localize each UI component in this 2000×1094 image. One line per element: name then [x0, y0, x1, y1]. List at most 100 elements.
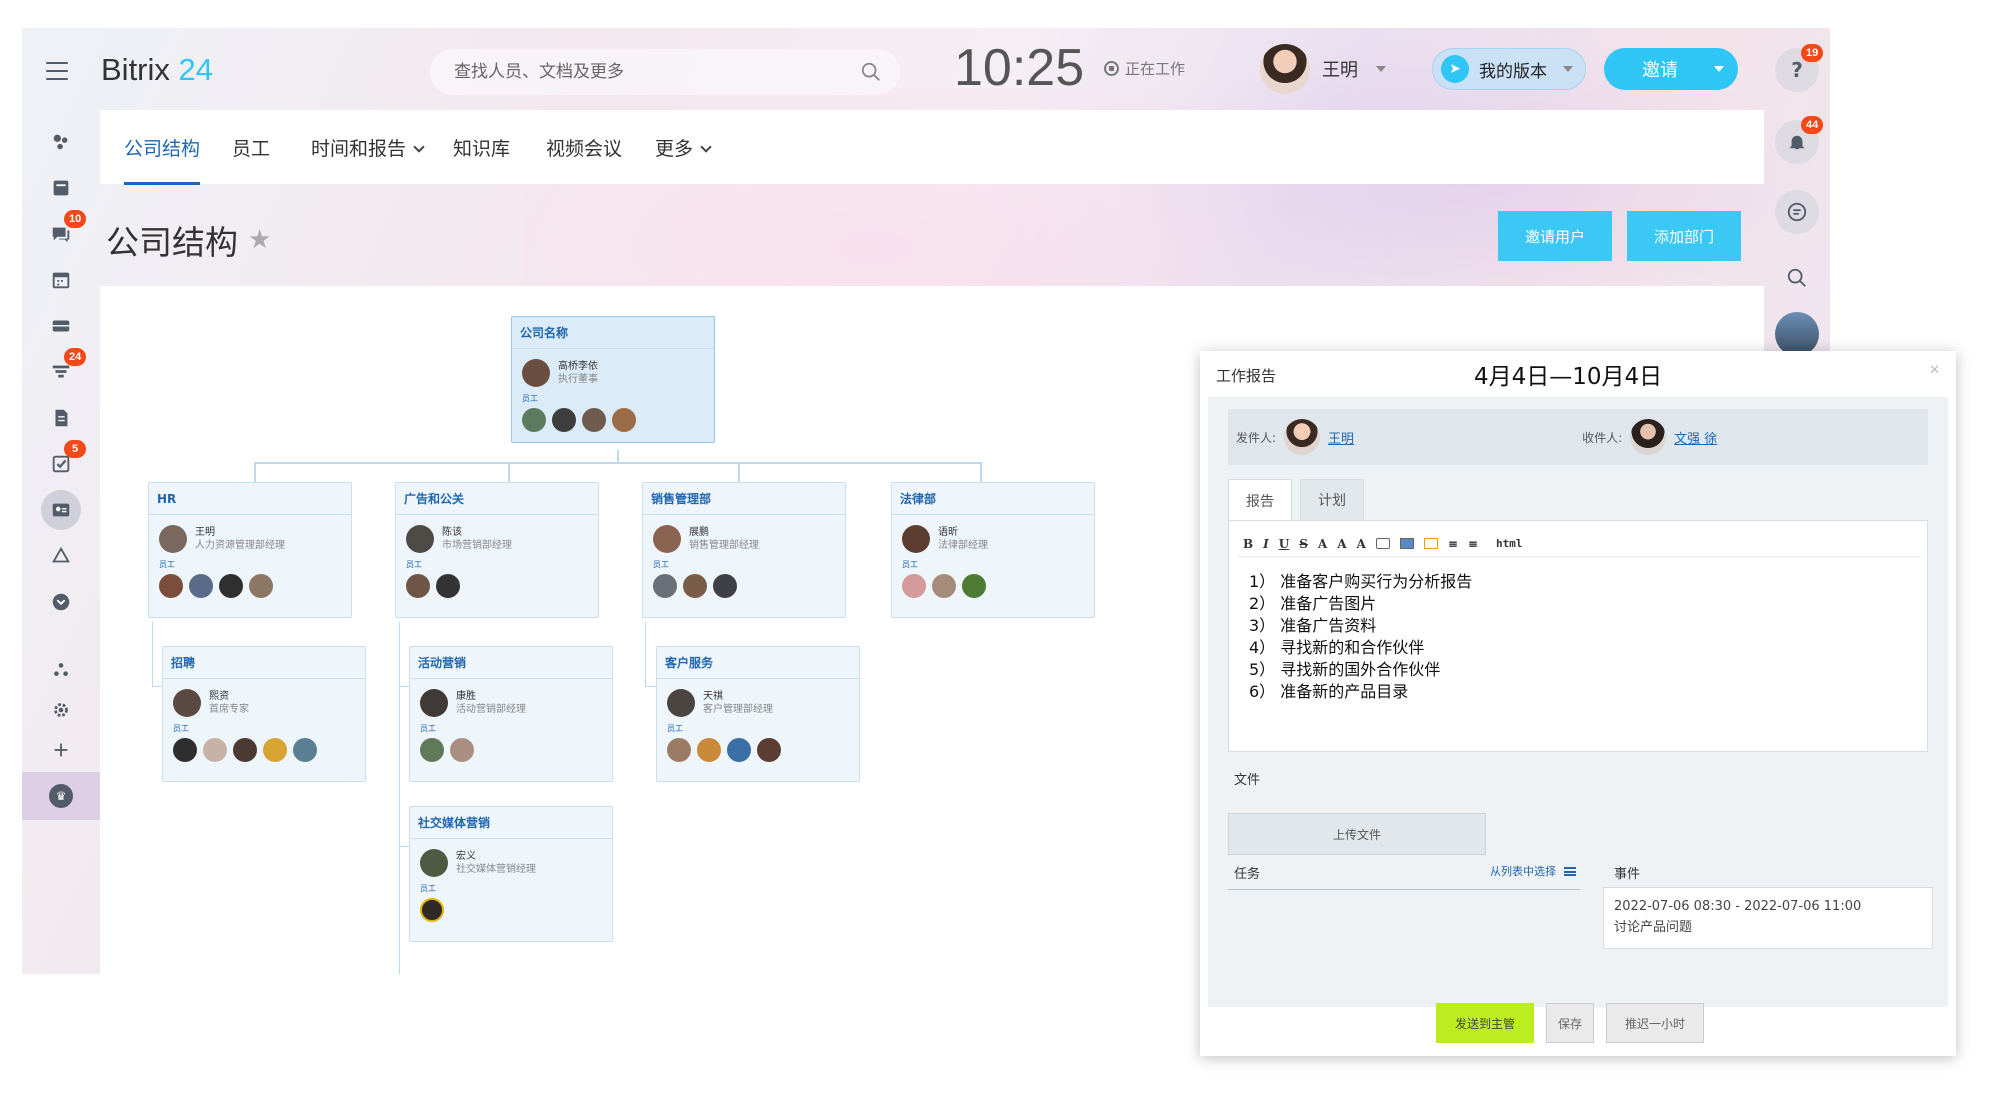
sender-avatar[interactable]	[1284, 419, 1321, 455]
manager-name[interactable]: 王明	[195, 526, 285, 539]
avatar[interactable]	[436, 574, 460, 598]
tab-video-conference[interactable]: 视频会议	[546, 134, 622, 161]
avatar[interactable]	[406, 574, 430, 598]
report-editor[interactable]: B I U S A A A ≡ ≡ html 1） 准备客户购买行为分析报告 2…	[1228, 520, 1928, 752]
avatar[interactable]	[653, 525, 681, 553]
dept-name[interactable]: 客户服务	[657, 647, 859, 679]
avatar[interactable]	[420, 849, 448, 877]
clock[interactable]: 10:25	[954, 38, 1084, 98]
dept-name[interactable]: 招聘	[163, 647, 365, 679]
avatar[interactable]	[263, 738, 287, 762]
underline-button[interactable]: U	[1279, 537, 1289, 551]
dept-card-hr[interactable]: HR 王明 人力资源管理部经理 员工	[148, 482, 352, 618]
search-box[interactable]	[430, 49, 900, 95]
avatar[interactable]	[582, 408, 606, 432]
contact-avatar[interactable]	[1775, 312, 1819, 356]
sidebar-item-add[interactable]	[22, 730, 100, 770]
sender-link[interactable]: 王明	[1328, 428, 1354, 447]
avatar[interactable]	[420, 898, 444, 922]
avatar[interactable]	[219, 574, 243, 598]
avatar[interactable]	[203, 738, 227, 762]
sidebar-item-tasks[interactable]: 5	[22, 440, 100, 484]
dept-card-sales[interactable]: 销售管理部 展鹏 销售管理部经理 员工	[642, 482, 846, 618]
dept-name[interactable]: 活动营销	[410, 647, 612, 679]
avatar[interactable]	[522, 359, 550, 387]
avatar[interactable]	[420, 738, 444, 762]
dept-card-customer-service[interactable]: 客户服务 天祺 客户管理部经理 员工	[656, 646, 860, 782]
dept-name[interactable]: 公司名称	[512, 317, 714, 349]
avatar[interactable]	[667, 689, 695, 717]
sidebar-item-chat[interactable]: 10	[22, 210, 100, 254]
add-department-button[interactable]: 添加部门	[1627, 211, 1741, 261]
star-icon[interactable]: ★	[248, 225, 271, 255]
avatar[interactable]	[902, 525, 930, 553]
tab-more[interactable]: 更多	[655, 134, 712, 161]
report-content-list[interactable]: 1） 准备客户购买行为分析报告 2） 准备广告图片 3） 准备广告资料 4） 寻…	[1249, 571, 1472, 703]
bold-button[interactable]: B	[1243, 537, 1253, 551]
sidebar-item-more[interactable]	[22, 582, 100, 622]
tab-employees[interactable]: 员工	[232, 134, 270, 161]
dept-card-social-media[interactable]: 社交媒体营销 宏义 社交媒体营销经理 员工	[409, 806, 613, 942]
event-item[interactable]: 2022-07-06 08:30 - 2022-07-06 11:00 讨论产品…	[1603, 887, 1933, 949]
pick-from-list-link[interactable]: 从列表中选择	[1490, 863, 1576, 879]
notifications-button[interactable]: 44	[1775, 116, 1824, 164]
dept-card-advertising[interactable]: 广告和公关 陈该 市场营销部经理 员工	[395, 482, 599, 618]
sidebar-item-drive[interactable]	[22, 306, 100, 346]
recipient-avatar[interactable]	[1630, 419, 1667, 455]
avatar[interactable]	[450, 738, 474, 762]
dept-name[interactable]: HR	[149, 483, 351, 515]
dept-card-recruiting[interactable]: 招聘 熙资 首席专家 员工	[162, 646, 366, 782]
manager-name[interactable]: 展鹏	[689, 526, 759, 539]
tab-report[interactable]: 报告	[1228, 479, 1292, 521]
sidebar-item-plan[interactable]: ♛	[22, 772, 100, 820]
tab-time-reports[interactable]: 时间和报告	[311, 134, 425, 161]
sidebar-item-company[interactable]	[22, 490, 100, 530]
user-name[interactable]: 王明	[1322, 56, 1358, 82]
sidebar-item-automation[interactable]	[22, 536, 100, 576]
sidebar-item-structure[interactable]	[22, 650, 100, 690]
dept-name[interactable]: 广告和公关	[396, 483, 598, 515]
avatar[interactable]	[962, 574, 986, 598]
tab-company-structure[interactable]: 公司结构	[124, 134, 201, 185]
work-status[interactable]: 正在工作	[1104, 58, 1185, 79]
manager-name[interactable]: 陈该	[442, 526, 512, 539]
tab-plan[interactable]: 计划	[1300, 479, 1364, 521]
numbered-list-icon[interactable]: ≡	[1448, 537, 1458, 551]
html-mode-button[interactable]: html	[1496, 537, 1523, 550]
image-icon[interactable]	[1399, 538, 1414, 549]
avatar[interactable]	[713, 574, 737, 598]
avatar[interactable]	[173, 689, 201, 717]
avatar[interactable]	[653, 574, 677, 598]
delay-one-hour-button[interactable]: 推迟一小时	[1606, 1003, 1704, 1043]
bitrix-logo[interactable]: Bitrix 24	[101, 52, 213, 88]
manager-name[interactable]: 康胜	[456, 690, 526, 703]
sidebar-item-settings[interactable]	[22, 690, 100, 730]
sidebar-item-feed[interactable]	[22, 122, 100, 162]
sidebar-item-docs[interactable]	[22, 398, 100, 438]
avatar[interactable]	[173, 738, 197, 762]
italic-button[interactable]: I	[1263, 537, 1269, 551]
search-button[interactable]	[1775, 256, 1819, 300]
eraser-icon[interactable]	[1375, 538, 1390, 549]
manager-name[interactable]: 天祺	[703, 690, 773, 703]
messenger-button[interactable]	[1775, 190, 1819, 234]
highlight-button[interactable]: A	[1357, 537, 1366, 551]
avatar[interactable]	[683, 574, 707, 598]
upload-file-button[interactable]: 上传文件	[1228, 813, 1486, 855]
tab-knowledge-base[interactable]: 知识库	[453, 134, 510, 161]
save-button[interactable]: 保存	[1546, 1003, 1594, 1043]
text-color-button[interactable]: A	[1337, 537, 1346, 551]
dept-name[interactable]: 销售管理部	[643, 483, 845, 515]
hamburger-menu-icon[interactable]	[46, 62, 68, 80]
dept-card-event-marketing[interactable]: 活动营销 康胜 活动营销部经理 员工	[409, 646, 613, 782]
table-icon[interactable]	[1423, 538, 1438, 549]
avatar[interactable]	[697, 738, 721, 762]
user-avatar[interactable]	[1260, 44, 1310, 94]
strikethrough-button[interactable]: S	[1299, 537, 1308, 551]
invite-button[interactable]: 邀请	[1604, 48, 1738, 90]
avatar[interactable]	[420, 689, 448, 717]
tasks-field[interactable]	[1228, 889, 1580, 890]
search-input[interactable]	[430, 49, 830, 95]
manager-name[interactable]: 语昕	[938, 526, 988, 539]
avatar[interactable]	[932, 574, 956, 598]
